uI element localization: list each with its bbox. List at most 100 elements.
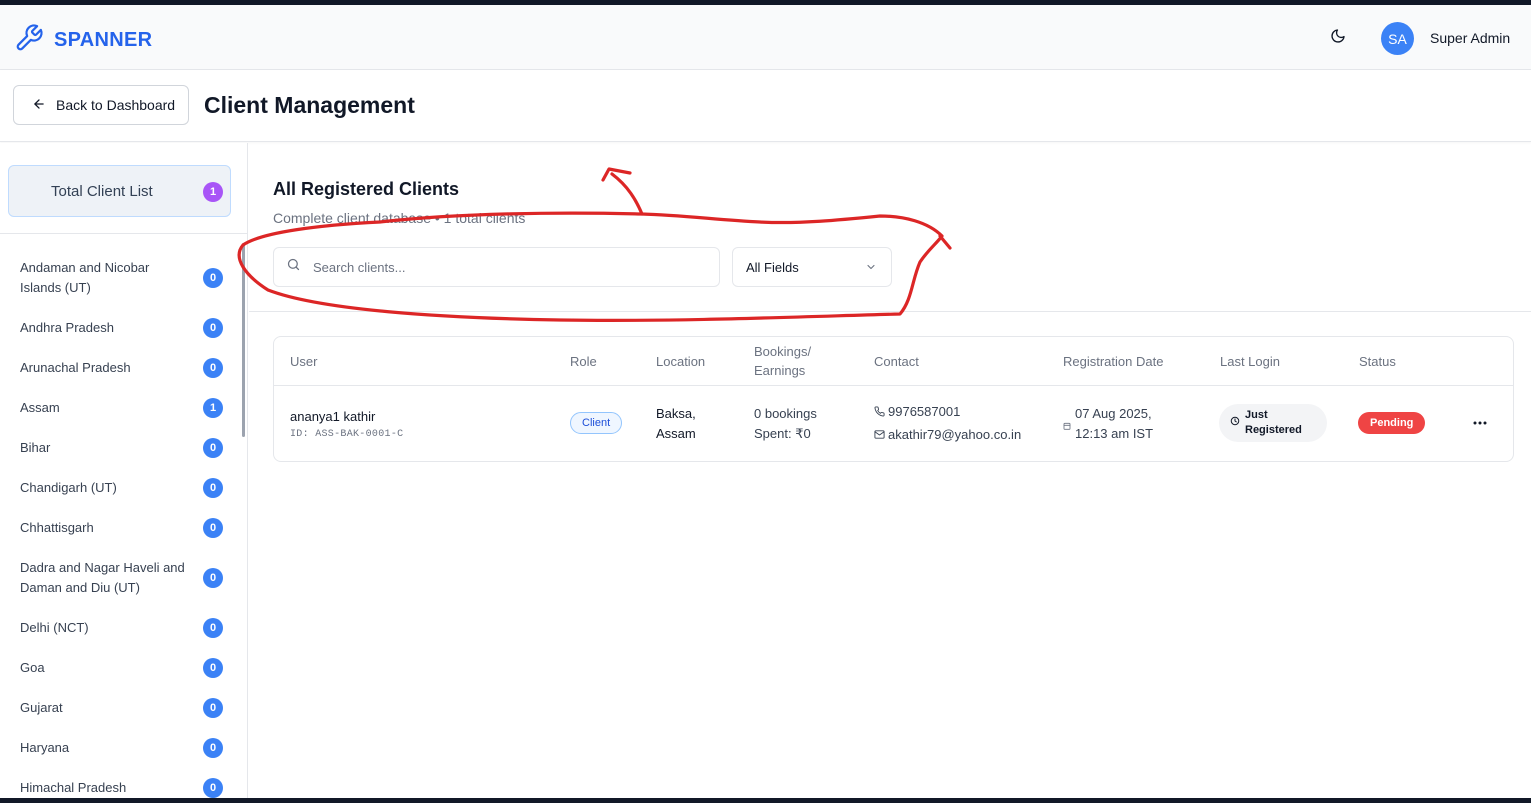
state-name: Assam <box>20 400 60 415</box>
state-count-badge: 1 <box>203 398 223 418</box>
column-header-bookings-line1: Bookings/ <box>754 344 812 359</box>
state-count-badge: 0 <box>203 518 223 538</box>
contact-phone[interactable]: 9976587001 <box>874 402 960 423</box>
column-header-last-login[interactable]: Last Login <box>1220 337 1280 385</box>
more-horizontal-icon <box>1473 412 1487 430</box>
sidebar-divider <box>0 233 247 234</box>
column-header-contact[interactable]: Contact <box>874 337 919 385</box>
sidebar-item-state[interactable]: Goa 0 <box>0 648 240 688</box>
user-name[interactable]: Super Admin <box>1430 30 1510 46</box>
search-icon <box>286 257 301 277</box>
state-count-badge: 0 <box>203 268 223 288</box>
location-state: Assam <box>656 426 696 441</box>
total-client-list-button[interactable]: Total Client List 1 <box>8 165 231 217</box>
phone-number: 9976587001 <box>888 404 961 419</box>
state-name: Delhi (NCT) <box>20 620 89 635</box>
spent-amount: Spent: ₹0 <box>754 426 811 441</box>
phone-icon <box>874 403 885 423</box>
registration-date: 07 Aug 2025, <box>1075 406 1152 421</box>
client-name[interactable]: ananya1 kathir <box>290 407 375 427</box>
search-input[interactable] <box>313 259 693 275</box>
column-header-user[interactable]: User <box>290 337 317 385</box>
location-city: Baksa, <box>656 406 696 421</box>
role-badge: Client <box>570 412 623 434</box>
page-title: Client Management <box>204 92 415 118</box>
mail-icon <box>874 426 885 446</box>
last-login-line1: Just <box>1245 409 1268 421</box>
state-name: Chandigarh (UT) <box>20 480 117 495</box>
section-divider <box>249 311 1531 312</box>
state-name: Goa <box>20 660 45 675</box>
state-name: Andaman and Nicobar Islands (UT) <box>20 260 150 295</box>
column-header-bookings-line2: Earnings <box>754 363 806 378</box>
sidebar-item-state[interactable]: Arunachal Pradesh 0 <box>0 348 240 388</box>
table-header-divider <box>274 385 1513 386</box>
column-header-location[interactable]: Location <box>656 337 705 385</box>
section-title: All Registered Clients <box>273 179 460 199</box>
sidebar-item-state[interactable]: Chandigarh (UT) 0 <box>0 468 240 508</box>
back-button-label: Back to Dashboard <box>56 97 176 113</box>
state-name: Haryana <box>20 740 70 755</box>
sidebar-item-state[interactable]: Dadra and Nagar Haveli and Daman and Diu… <box>0 548 240 608</box>
state-name: Bihar <box>20 440 51 455</box>
sidebar-item-state[interactable]: Chhattisgarh 0 <box>0 508 240 548</box>
state-count-badge: 0 <box>203 438 223 458</box>
avatar[interactable]: SA <box>1381 22 1414 55</box>
state-count-badge: 0 <box>203 318 223 338</box>
state-name: Dadra and Nagar Haveli and Daman and Diu… <box>20 560 185 595</box>
email-address: akathir79@yahoo.co.in <box>888 427 1022 442</box>
state-count-badge: 0 <box>203 738 223 758</box>
state-name: Gujarat <box>20 700 63 715</box>
sidebar-item-state[interactable]: Bihar 0 <box>0 428 240 468</box>
registration-time: 12:13 am IST <box>1075 426 1154 441</box>
chevron-down-icon <box>865 261 877 276</box>
last-login-line2: Registered <box>1245 424 1302 436</box>
total-count-badge: 1 <box>203 182 223 202</box>
arrow-left-icon <box>32 97 46 114</box>
section-subtitle: Complete client database • 1 total clien… <box>273 210 526 226</box>
last-login-text: Just Registered <box>1245 408 1302 438</box>
back-to-dashboard-button[interactable]: Back to Dashboard <box>13 85 189 125</box>
brand-name: SPANNER <box>54 29 153 51</box>
state-count-badge: 0 <box>203 658 223 678</box>
state-name: Himachal Pradesh <box>20 780 127 795</box>
status-badge: Pending <box>1358 412 1426 434</box>
state-count-badge: 0 <box>203 618 223 638</box>
state-count-badge: 0 <box>203 358 223 378</box>
state-name: Chhattisgarh <box>20 520 94 535</box>
bottom-frame-strip <box>0 798 1531 803</box>
search-box[interactable] <box>273 247 720 287</box>
state-name: Andhra Pradesh <box>20 320 114 335</box>
state-sidebar: Total Client List 1 Andaman and Nicobar … <box>0 143 248 798</box>
field-filter-value: All Fields <box>746 259 799 275</box>
sidebar-item-state[interactable]: Andhra Pradesh 0 <box>0 308 240 348</box>
field-filter-select[interactable]: All Fields <box>732 247 892 287</box>
client-id: ID: ASS-BAK-0001-C <box>290 429 404 440</box>
calendar-icon <box>1063 417 1071 435</box>
sidebar-item-state[interactable]: Assam 1 <box>0 388 240 428</box>
sidebar-item-state[interactable]: Delhi (NCT) 0 <box>0 608 240 648</box>
state-name: Arunachal Pradesh <box>20 360 131 375</box>
wrench-icon <box>14 23 44 58</box>
sidebar-item-state[interactable]: Andaman and Nicobar Islands (UT) 0 <box>0 248 240 308</box>
sidebar-scrollbar[interactable] <box>242 243 245 437</box>
total-client-list-label: Total Client List <box>51 183 153 200</box>
last-login-badge: Just Registered <box>1219 404 1327 442</box>
contact-email[interactable]: akathir79@yahoo.co.in <box>874 425 1021 446</box>
column-header-role[interactable]: Role <box>570 337 597 385</box>
state-count-badge: 0 <box>203 698 223 718</box>
row-actions-button[interactable] <box>1470 411 1490 431</box>
column-header-bookings[interactable]: Bookings/ Earnings <box>754 337 811 385</box>
brand[interactable]: SPANNER <box>14 23 152 58</box>
column-header-registration-date[interactable]: Registration Date <box>1063 337 1163 385</box>
column-header-status[interactable]: Status <box>1359 337 1396 385</box>
sidebar-item-state[interactable]: Haryana 0 <box>0 728 240 768</box>
state-list: Andaman and Nicobar Islands (UT) 0 Andhr… <box>0 248 240 798</box>
state-count-badge: 0 <box>203 568 223 588</box>
sidebar-item-state[interactable]: Gujarat 0 <box>0 688 240 728</box>
clock-icon <box>1230 416 1240 431</box>
theme-toggle-button[interactable] <box>1327 27 1349 49</box>
sidebar-item-state[interactable]: Himachal Pradesh 0 <box>0 768 240 798</box>
top-navbar: SPANNER SA Super Admin <box>0 5 1531 70</box>
clients-table: User Role Location Bookings/ Earnings Co… <box>273 336 1514 462</box>
